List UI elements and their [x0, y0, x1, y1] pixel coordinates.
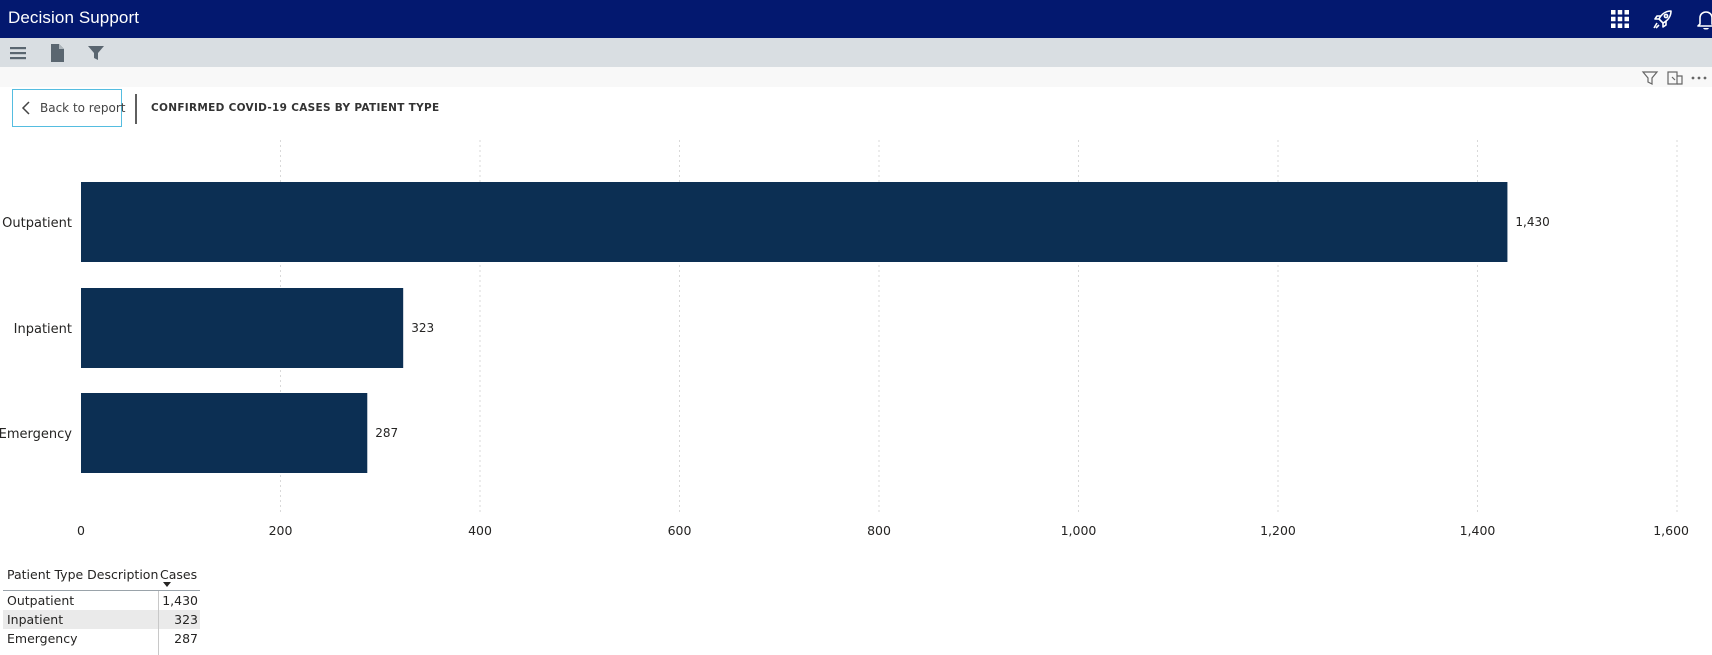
bell-icon[interactable]: [1694, 7, 1712, 31]
table-cell: 1,430: [162, 593, 198, 608]
x-tick-label: 1,600: [1653, 523, 1689, 538]
page-icon[interactable]: [46, 42, 68, 64]
data-label: 323: [411, 321, 434, 335]
focus-icon[interactable]: [1666, 69, 1684, 87]
bar-chart: 0 200 400 600 800 1,000 1,200 1,400 1,600 Outpati…: [0, 140, 1689, 538]
x-tick-label: 1,200: [1260, 523, 1296, 538]
title-separator: [135, 94, 137, 124]
table-row[interactable]: Inpatient 323: [3, 610, 200, 629]
table-cell: 287: [174, 631, 198, 646]
bar-emergency[interactable]: [81, 393, 368, 473]
toolbar: [0, 38, 1712, 67]
x-tick-label: 0: [77, 523, 85, 538]
x-tick-label: 800: [867, 523, 891, 538]
bar-outpatient[interactable]: [81, 182, 1508, 262]
x-tick-label: 400: [468, 523, 492, 538]
sort-descending-icon: [163, 582, 171, 587]
apps-grid-icon[interactable]: [1608, 7, 1632, 31]
category-label: Outpatient: [2, 216, 72, 231]
column-header-cases[interactable]: Cases: [160, 567, 200, 582]
menu-icon[interactable]: [7, 42, 29, 64]
visual-title: CONFIRMED COVID-19 CASES BY PATIENT TYPE: [151, 102, 440, 114]
category-label: Emergency: [0, 427, 72, 442]
table-cell: 323: [174, 612, 198, 627]
table-cell: Inpatient: [7, 612, 64, 627]
filter-icon[interactable]: [1641, 69, 1659, 87]
category-label: Inpatient: [14, 322, 72, 337]
app-title: Decision Support: [8, 8, 140, 27]
x-tick-label: 1,000: [1061, 523, 1097, 538]
column-divider: [158, 591, 159, 655]
x-tick-label: 600: [668, 523, 692, 538]
data-label: 287: [375, 426, 398, 440]
bar-inpatient[interactable]: [81, 288, 404, 368]
table-row[interactable]: Outpatient 1,430: [3, 591, 200, 610]
back-to-report-button[interactable]: Back to report: [12, 89, 126, 127]
table-header: Patient Type Description Cases: [3, 563, 200, 591]
column-header-patient-type[interactable]: Patient Type Description: [7, 567, 158, 582]
data-label: 1,430: [1515, 215, 1549, 229]
table-cell: Emergency: [7, 631, 78, 646]
data-table: Patient Type Description Cases Outpatien…: [3, 563, 200, 655]
more-options-icon[interactable]: [1690, 69, 1708, 87]
table-cell: Outpatient: [7, 593, 75, 608]
x-tick-label: 1,400: [1460, 523, 1496, 538]
back-to-report-label: Back to report: [40, 101, 126, 115]
rocket-icon[interactable]: [1651, 7, 1675, 31]
filter-icon[interactable]: [85, 42, 107, 64]
app-header: Decision Support: [0, 0, 1712, 38]
chevron-left-icon: [18, 100, 34, 116]
x-tick-label: 200: [269, 523, 293, 538]
table-row[interactable]: Emergency 287: [3, 629, 200, 648]
visual-header-strip: [0, 67, 1712, 87]
